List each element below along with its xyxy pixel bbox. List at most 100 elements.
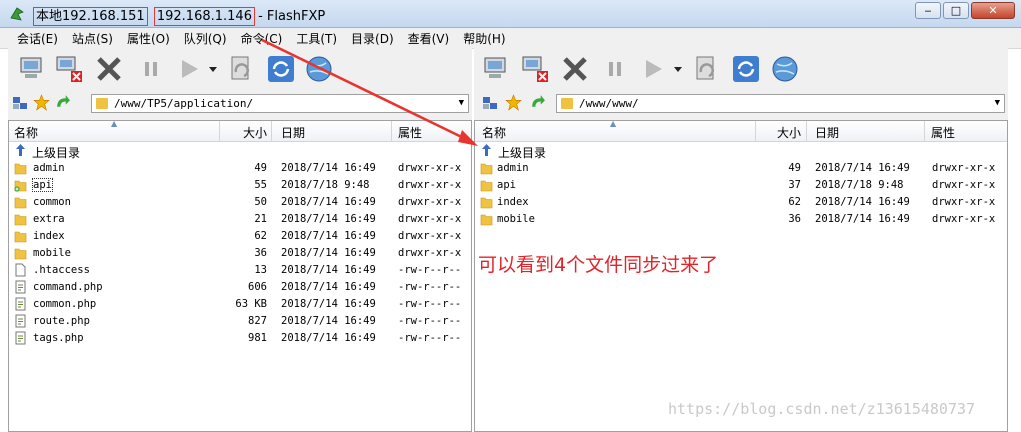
connect-icon[interactable] (480, 54, 510, 84)
pause-icon[interactable] (136, 54, 166, 84)
abort-icon[interactable] (94, 54, 124, 84)
file-date: 2018/7/14 16:49 (281, 230, 376, 242)
file-row[interactable]: route.php 827 2018/7/14 16:49 -rw-r--r-- (9, 313, 471, 330)
file-row[interactable]: mobile 36 2018/7/14 16:49 drwxr-xr-x (475, 211, 1007, 228)
file-row[interactable]: index 62 2018/7/14 16:49 drwxr-xr-x (9, 228, 471, 245)
abort-icon[interactable] (560, 54, 590, 84)
file-attributes: -rw-r--r-- (398, 264, 462, 276)
menu-bar: 会话(E) 站点(S) 属性(O) 队列(Q) 命令(C) 工具(T) 目录(D… (0, 28, 1021, 49)
file-date: 2018/7/14 16:49 (281, 281, 376, 293)
file-row[interactable]: api 55 2018/7/18 9:48 drwxr-xr-x (9, 177, 471, 194)
file-row[interactable]: index 62 2018/7/14 16:49 drwxr-xr-x (475, 194, 1007, 211)
menu-session[interactable]: 会话(E) (17, 28, 58, 48)
column-date[interactable]: 日期 (281, 124, 305, 141)
file-row[interactable]: command.php 606 2018/7/14 16:49 -rw-r--r-- (9, 279, 471, 296)
file-size: 21 (254, 213, 267, 225)
menu-commands[interactable]: 命令(C) (241, 28, 283, 48)
file-size: 606 (248, 281, 267, 293)
file-row[interactable]: tags.php 981 2018/7/14 16:49 -rw-r--r-- (9, 330, 471, 347)
globe-icon[interactable] (304, 54, 334, 84)
file-date: 2018/7/18 9:48 (281, 179, 370, 191)
close-button[interactable]: ✕ (971, 2, 1015, 19)
connect-icon[interactable] (16, 54, 46, 84)
menu-directory[interactable]: 目录(D) (351, 28, 394, 48)
parent-directory-row[interactable]: 上级目录 (475, 142, 1007, 160)
globe-icon[interactable] (770, 54, 800, 84)
column-attributes[interactable]: 属性 (931, 124, 955, 141)
disconnect-icon[interactable] (54, 54, 84, 84)
maximize-button[interactable]: □ (943, 2, 969, 19)
folder-icon (14, 248, 27, 260)
file-row[interactable]: common.php 63 KB 2018/7/14 16:49 -rw-r--r-- (9, 296, 471, 313)
column-name[interactable]: 名称 (14, 124, 38, 141)
file-name: tags.php (33, 332, 84, 344)
file-size: 827 (248, 315, 267, 327)
menu-queue[interactable]: 队列(Q) (184, 28, 227, 48)
file-row[interactable]: .htaccess 13 2018/7/14 16:49 -rw-r--r-- (9, 262, 471, 279)
folder-icon (14, 197, 27, 209)
column-name[interactable]: 名称 (482, 124, 506, 141)
chevron-down-icon[interactable]: ▼ (995, 95, 1000, 112)
disconnect-icon[interactable] (520, 54, 550, 84)
pause-icon[interactable] (600, 54, 630, 84)
file-name: mobile (33, 247, 71, 259)
refresh-icon[interactable] (731, 54, 761, 84)
column-attributes[interactable]: 属性 (398, 124, 422, 141)
menu-view[interactable]: 查看(V) (408, 28, 450, 48)
php-file-icon (15, 280, 26, 294)
menu-options[interactable]: 属性(O) (127, 28, 170, 48)
sort-arrow-icon: ▲ (111, 120, 118, 128)
file-date: 2018/7/18 9:48 (815, 179, 904, 191)
file-row[interactable]: api 37 2018/7/18 9:48 drwxr-xr-x (475, 177, 1007, 194)
up-arrow-icon (16, 144, 25, 156)
sites-icon[interactable] (482, 95, 498, 111)
file-size: 13 (254, 264, 267, 276)
menu-help[interactable]: 帮助(H) (463, 28, 505, 48)
go-up-icon[interactable] (529, 94, 546, 111)
minimize-button[interactable]: ‒ (915, 2, 941, 19)
refresh-file-icon[interactable] (691, 54, 721, 84)
remote-path-input[interactable]: /www/www/ ▼ (556, 94, 1005, 113)
remote-pane: /www/www/ ▼ 名称 ▲ 大小 日期 属性 上级目录 admin 49 20… (474, 48, 1008, 432)
sites-icon[interactable] (12, 95, 28, 111)
transfer-dropdown-icon[interactable] (671, 54, 685, 84)
parent-directory-label: 上级目录 (32, 146, 81, 160)
refresh-icon[interactable] (266, 54, 296, 84)
file-date: 2018/7/14 16:49 (281, 196, 376, 208)
column-size[interactable]: 大小 (756, 124, 801, 141)
favorites-star-icon[interactable] (505, 94, 522, 111)
column-date[interactable]: 日期 (815, 124, 839, 141)
parent-directory-row[interactable]: 上级目录 (9, 142, 471, 160)
file-date: 2018/7/14 16:49 (815, 196, 910, 208)
file-row[interactable]: admin 49 2018/7/14 16:49 drwxr-xr-x (475, 160, 1007, 177)
refresh-file-icon[interactable] (226, 54, 256, 84)
chevron-down-icon[interactable]: ▼ (459, 95, 464, 112)
column-size[interactable]: 大小 (220, 124, 267, 141)
favorites-star-icon[interactable] (33, 94, 50, 111)
transfer-icon[interactable] (638, 54, 668, 84)
file-size: 50 (254, 196, 267, 208)
file-name: .htaccess (33, 264, 90, 276)
file-date: 2018/7/14 16:49 (281, 264, 376, 276)
menu-tools[interactable]: 工具(T) (296, 28, 337, 48)
file-row[interactable]: mobile 36 2018/7/14 16:49 drwxr-xr-x (9, 245, 471, 262)
file-name: admin (33, 162, 65, 174)
transfer-dropdown-icon[interactable] (206, 54, 220, 84)
folder-icon (14, 231, 27, 243)
file-attributes: -rw-r--r-- (398, 332, 462, 344)
transfer-icon[interactable] (174, 54, 204, 84)
menu-sites[interactable]: 站点(S) (72, 28, 113, 48)
go-up-icon[interactable] (54, 94, 71, 111)
remote-toolbar (474, 48, 1008, 90)
file-row[interactable]: admin 49 2018/7/14 16:49 drwxr-xr-x (9, 160, 471, 177)
local-address-bar: /www/TP5/application/ ▼ (8, 91, 472, 115)
file-size: 49 (254, 162, 267, 174)
file-row[interactable]: extra 21 2018/7/14 16:49 drwxr-xr-x (9, 211, 471, 228)
file-name: api (497, 179, 516, 191)
file-date: 2018/7/14 16:49 (281, 315, 376, 327)
file-row[interactable]: common 50 2018/7/14 16:49 drwxr-xr-x (9, 194, 471, 211)
file-size: 36 (788, 213, 801, 225)
folder-icon (561, 98, 573, 109)
remote-address-bar: /www/www/ ▼ (474, 91, 1008, 115)
local-path-input[interactable]: /www/TP5/application/ ▼ (91, 94, 469, 113)
